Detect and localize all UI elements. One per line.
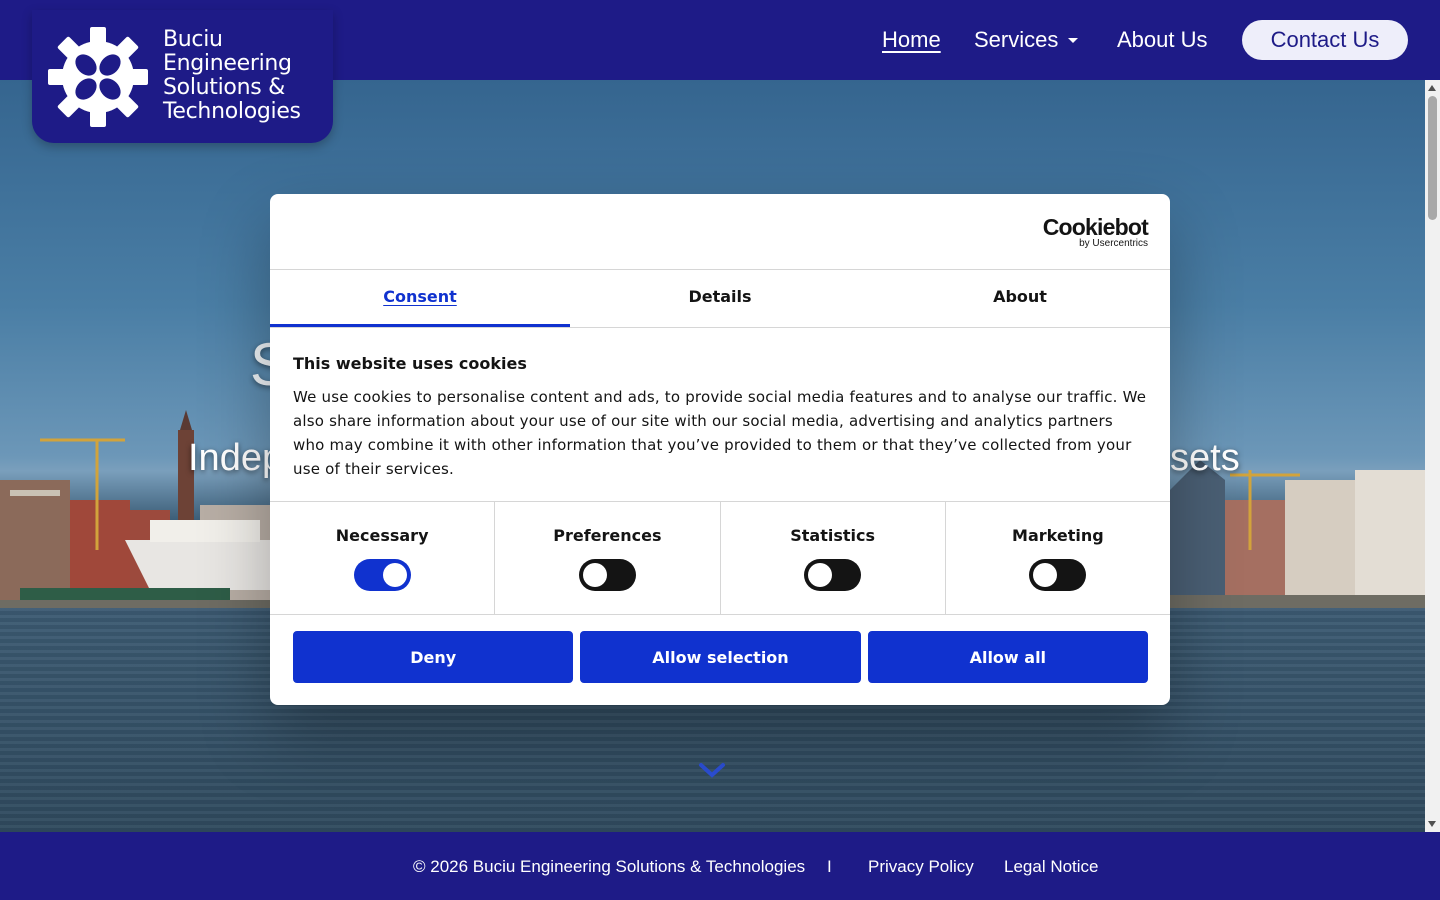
cookie-body-text: We use cookies to personalise content an… xyxy=(293,388,1147,478)
gear-icon xyxy=(48,27,148,127)
category-label: Preferences xyxy=(553,526,662,545)
category-statistics: Statistics xyxy=(721,502,946,614)
page-scrollbar[interactable] xyxy=(1425,80,1440,832)
cookie-dialog-header: Cookiebot by Usercentrics xyxy=(270,194,1170,270)
tab-consent[interactable]: Consent xyxy=(270,270,570,327)
tab-details[interactable]: Details xyxy=(570,270,870,327)
allow-selection-button[interactable]: Allow selection xyxy=(580,631,861,683)
tab-about[interactable]: About xyxy=(870,270,1170,327)
preferences-toggle[interactable] xyxy=(578,559,636,591)
cookie-heading: This website uses cookies xyxy=(293,354,527,373)
category-marketing: Marketing xyxy=(946,502,1170,614)
contact-us-button[interactable]: Contact Us xyxy=(1242,20,1408,60)
footer-copyright: © 2026 Buciu Engineering Solutions & Tec… xyxy=(413,857,806,876)
scrollbar-thumb[interactable] xyxy=(1428,96,1437,220)
allow-all-button[interactable]: Allow all xyxy=(867,631,1148,683)
category-label: Statistics xyxy=(790,526,875,545)
nav-home-link[interactable]: Home xyxy=(882,27,941,53)
category-necessary: Necessary xyxy=(270,502,496,614)
toggle-knob xyxy=(582,563,607,587)
site-logo[interactable]: Buciu Engineering Solutions & Technologi… xyxy=(32,10,333,143)
cookie-action-buttons: Deny Allow selection Allow all xyxy=(270,615,1170,683)
site-footer: © 2026 Buciu Engineering Solutions & Tec… xyxy=(0,832,1440,900)
logo-wordmark: Buciu Engineering Solutions & Technologi… xyxy=(163,27,301,124)
cookiebot-logo[interactable]: Cookiebot by Usercentrics xyxy=(1043,216,1149,250)
nav-about-link[interactable]: About Us xyxy=(1117,27,1208,53)
nav-item-home[interactable]: Home xyxy=(882,0,941,80)
scroll-down-icon[interactable] xyxy=(1428,821,1436,827)
nav-item-about[interactable]: About Us xyxy=(1117,0,1208,80)
statistics-toggle[interactable] xyxy=(804,559,862,591)
cookie-category-toggles: Necessary Preferences Statistics Marketi… xyxy=(270,502,1170,615)
toggle-knob xyxy=(808,563,833,587)
marketing-toggle[interactable] xyxy=(1029,559,1087,591)
legal-notice-link[interactable]: Legal Notice xyxy=(1004,857,1099,876)
toggle-knob xyxy=(382,563,407,587)
cookie-description: This website uses cookies We use cookies… xyxy=(270,328,1170,502)
nav-services-link[interactable]: Services xyxy=(974,27,1058,53)
footer-separator: I xyxy=(827,857,832,876)
scroll-up-icon[interactable] xyxy=(1428,85,1436,91)
deny-button[interactable]: Deny xyxy=(293,631,574,683)
chevron-down-icon[interactable] xyxy=(698,760,726,780)
category-label: Marketing xyxy=(1012,526,1104,545)
privacy-policy-link[interactable]: Privacy Policy xyxy=(868,857,974,876)
caret-down-icon[interactable] xyxy=(1068,37,1079,43)
category-label: Necessary xyxy=(335,526,429,545)
necessary-toggle[interactable] xyxy=(353,559,411,591)
cookie-tabs: Consent Details About xyxy=(270,270,1170,328)
cookie-consent-dialog: Cookiebot by Usercentrics Consent Detail… xyxy=(270,194,1170,705)
nav-item-services[interactable]: Services xyxy=(974,0,1079,80)
toggle-knob xyxy=(1033,563,1058,587)
category-preferences: Preferences xyxy=(495,502,721,614)
